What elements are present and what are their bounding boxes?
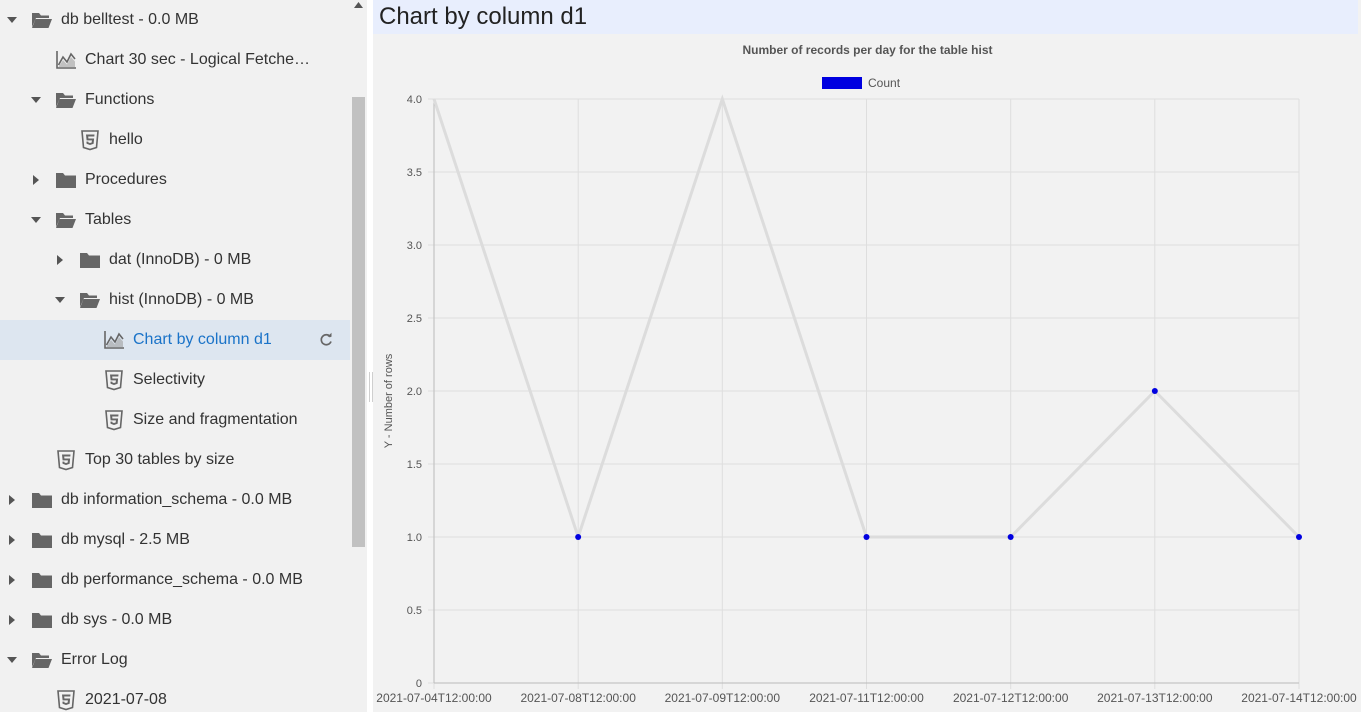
- folder-open-icon: [79, 288, 101, 312]
- y-tick-label: 1.5: [407, 459, 422, 471]
- tree-item-procedures[interactable]: Procedures: [0, 160, 350, 200]
- tree-item-functions[interactable]: Functions: [0, 80, 350, 120]
- tree-item-label: db performance_schema - 0.0 MB: [61, 571, 303, 588]
- tree-item-label: Functions: [85, 91, 155, 108]
- folder-icon: [31, 488, 53, 512]
- collapse-arrow-icon[interactable]: [30, 94, 42, 106]
- data-point[interactable]: [863, 534, 870, 540]
- tree-item-label: Chart by column d1: [133, 331, 272, 348]
- page-title: Chart by column d1: [379, 3, 588, 30]
- tree-item-db-mysql-2-5-mb[interactable]: db mysql - 2.5 MB: [0, 520, 350, 560]
- data-point[interactable]: [1007, 534, 1014, 540]
- data-point[interactable]: [1296, 534, 1302, 540]
- tree-item-db-sys-0-0-mb[interactable]: db sys - 0.0 MB: [0, 600, 350, 640]
- line-chart: Number of records per day for the table …: [376, 43, 1357, 705]
- tree-item-label: Size and fragmentation: [133, 411, 298, 428]
- tree-scrollbar-thumb[interactable]: [352, 97, 365, 547]
- html5-icon: [103, 408, 125, 432]
- tree-item-label: db belltest - 0.0 MB: [61, 11, 199, 28]
- x-tick-label: 2021-07-13T12:00:00: [1097, 691, 1213, 705]
- tree-item-dat-innodb-0-mb[interactable]: dat (InnoDB) - 0 MB: [0, 240, 350, 280]
- tree-item-label: Chart 30 sec - Logical Fetche…: [85, 51, 310, 68]
- data-point[interactable]: [575, 534, 582, 540]
- tree-item-selectivity[interactable]: Selectivity: [0, 360, 350, 400]
- tree-item-label: Selectivity: [133, 371, 206, 388]
- data-point[interactable]: [1151, 388, 1158, 394]
- chart-pane: Chart by column d1 Number of records per…: [373, 0, 1361, 712]
- x-tick-label: 2021-07-04T12:00:00: [376, 691, 492, 705]
- tree-item-label: Tables: [85, 211, 132, 228]
- html5-icon: [55, 688, 77, 712]
- refresh-icon[interactable]: [318, 332, 334, 348]
- y-tick-label: 3.0: [407, 240, 422, 252]
- tree-item-chart-by-column-d1[interactable]: Chart by column d1: [0, 320, 350, 360]
- folder-icon: [31, 608, 53, 632]
- legend-label-count: Count: [868, 76, 901, 90]
- tree-item-label: Procedures: [85, 171, 167, 188]
- x-tick-label: 2021-07-12T12:00:00: [953, 691, 1069, 705]
- tree-item-label: dat (InnoDB) - 0 MB: [109, 251, 252, 268]
- tree-item-label: db mysql - 2.5 MB: [61, 531, 190, 548]
- line-chart-icon: [103, 328, 125, 352]
- tree-item-db-performance-schema-0-0-mb[interactable]: db performance_schema - 0.0 MB: [0, 560, 350, 600]
- tree-item-tables[interactable]: Tables: [0, 200, 350, 240]
- folder-icon: [31, 568, 53, 592]
- tree-item-db-information-schema-0-0-mb[interactable]: db information_schema - 0.0 MB: [0, 480, 350, 520]
- expand-arrow-icon[interactable]: [6, 534, 18, 546]
- folder-icon: [79, 248, 101, 272]
- tree-item-top-30-tables-by-size[interactable]: Top 30 tables by size: [0, 440, 350, 480]
- line-chart-icon: [55, 48, 77, 72]
- navigator-tree-panel: db belltest - 0.0 MB Chart 30 sec - Logic…: [0, 0, 367, 712]
- tree-item-hist-innodb-0-mb[interactable]: hist (InnoDB) - 0 MB: [0, 280, 350, 320]
- y-tick-label: 2.5: [407, 313, 422, 325]
- html5-icon: [103, 368, 125, 392]
- tree-item-db-belltest-0-0-mb[interactable]: db belltest - 0.0 MB: [0, 0, 350, 40]
- expand-arrow-icon[interactable]: [6, 494, 18, 506]
- tree-item-label: db sys - 0.0 MB: [61, 611, 173, 628]
- folder-open-icon: [55, 208, 77, 232]
- folder-open-icon: [31, 648, 53, 672]
- tree-item-chart-30-sec-logical-fetche[interactable]: Chart 30 sec - Logical Fetche…: [0, 40, 350, 80]
- tree-item-2021-07-08[interactable]: 2021-07-08: [0, 680, 350, 712]
- tree-item-label: Error Log: [61, 651, 128, 668]
- y-axis-title: Y - Number of rows: [383, 353, 395, 448]
- expand-arrow-icon[interactable]: [6, 614, 18, 626]
- expand-arrow-icon[interactable]: [30, 174, 42, 186]
- tree-item-label: hello: [109, 131, 143, 148]
- html5-icon: [55, 448, 77, 472]
- tree-item-error-log[interactable]: Error Log: [0, 640, 350, 680]
- collapse-arrow-icon[interactable]: [54, 294, 66, 306]
- y-tick-label: 4.0: [407, 94, 422, 106]
- collapse-arrow-icon[interactable]: [6, 14, 18, 26]
- x-tick-label: 2021-07-11T12:00:00: [809, 691, 924, 705]
- scroll-up-arrow-icon[interactable]: [350, 0, 367, 10]
- x-tick-label: 2021-07-08T12:00:00: [520, 691, 636, 705]
- folder-icon: [31, 528, 53, 552]
- y-tick-label: 0.5: [407, 605, 422, 617]
- html5-icon: [79, 128, 101, 152]
- tree-item-label: db information_schema - 0.0 MB: [61, 491, 293, 508]
- folder-icon: [55, 168, 77, 192]
- tree-item-label: 2021-07-08: [85, 691, 167, 708]
- x-tick-label: 2021-07-14T12:00:00: [1241, 691, 1357, 705]
- tree-item-label: hist (InnoDB) - 0 MB: [109, 291, 254, 308]
- pane-title-bar: Chart by column d1: [373, 0, 1358, 34]
- chart-title: Number of records per day for the table …: [742, 43, 992, 57]
- y-tick-label: 1.0: [407, 532, 422, 544]
- tree-item-size-and-fragmentation[interactable]: Size and fragmentation: [0, 400, 350, 440]
- expand-arrow-icon[interactable]: [54, 254, 66, 266]
- legend-swatch-count: [822, 77, 862, 89]
- tree-item-hello[interactable]: hello: [0, 120, 350, 160]
- expand-arrow-icon[interactable]: [6, 574, 18, 586]
- folder-open-icon: [31, 8, 53, 32]
- y-tick-label: 2.0: [407, 386, 422, 398]
- folder-open-icon: [55, 88, 77, 112]
- tree-item-label: Top 30 tables by size: [85, 451, 235, 468]
- y-tick-label: 3.5: [407, 167, 422, 179]
- collapse-arrow-icon[interactable]: [6, 654, 18, 666]
- y-tick-label: 0: [416, 678, 422, 690]
- collapse-arrow-icon[interactable]: [30, 214, 42, 226]
- x-tick-label: 2021-07-09T12:00:00: [665, 691, 781, 705]
